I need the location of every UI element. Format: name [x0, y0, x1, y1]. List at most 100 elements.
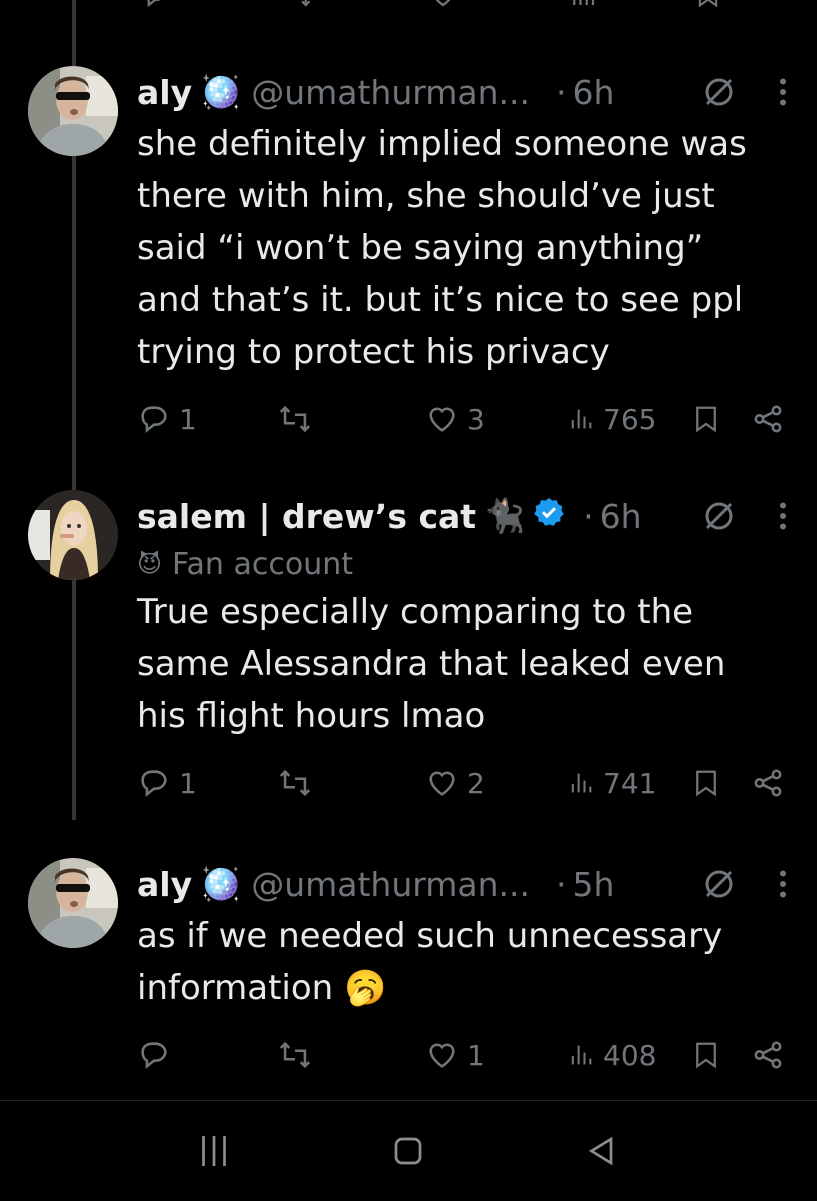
views-icon	[571, 409, 592, 429]
prev-reply-icon[interactable]	[140, 0, 170, 16]
tweet-text-line: information 🥱	[137, 968, 387, 1008]
reply-count: 1	[179, 402, 197, 436]
bookmark-button[interactable]	[691, 766, 721, 800]
grok-icon[interactable]	[701, 74, 737, 118]
views-icon	[571, 1045, 592, 1065]
reply-count: 1	[179, 766, 197, 800]
tweet-header: salem | drew’s cat 🐈‍⬛ · 6h	[137, 490, 789, 542]
more-icon[interactable]	[777, 498, 789, 542]
like-icon	[429, 1043, 455, 1068]
share-icon	[754, 769, 782, 797]
like-icon	[429, 771, 455, 796]
share-icon	[754, 1041, 782, 1069]
tweet-actions: 1 2 741	[137, 766, 789, 806]
tweet-text-line: said “i won’t be saying anything”	[137, 228, 704, 268]
bookmark-icon	[696, 770, 716, 797]
timestamp[interactable]: 6h	[572, 73, 614, 112]
tweet-text-line: his flight hours lmao	[137, 696, 486, 736]
separator-dot: ·	[583, 496, 594, 536]
reply-button[interactable]: 1	[137, 402, 197, 436]
nav-back-icon[interactable]	[584, 1131, 620, 1175]
retweet-icon	[279, 769, 311, 797]
prev-share-icon[interactable]	[756, 0, 786, 16]
separator-dot: ·	[555, 72, 567, 112]
views-icon	[571, 773, 592, 793]
retweet-button[interactable]	[277, 1038, 321, 1072]
account-label: 😈 Fan account	[137, 542, 789, 586]
account-label-text: Fan account	[172, 546, 353, 582]
timestamp[interactable]: 5h	[572, 865, 614, 904]
views-count: 765	[603, 402, 657, 436]
display-name[interactable]: aly	[137, 73, 192, 112]
tweet-text: she definitely implied someone was there…	[137, 118, 789, 378]
previous-tweet-actions	[0, 0, 817, 10]
like-count: 1	[467, 1038, 485, 1072]
grok-icon[interactable]	[701, 866, 737, 910]
user-handle[interactable]: @umathurman...	[251, 865, 530, 904]
user-handle[interactable]: @umathurman...	[251, 73, 530, 112]
bookmark-icon	[696, 406, 716, 433]
prev-views-icon[interactable]	[568, 0, 598, 16]
fan-account-icon: 😈	[137, 550, 163, 578]
reply-icon	[141, 770, 167, 797]
verified-icon	[533, 496, 565, 536]
display-name[interactable]: aly	[137, 865, 192, 904]
prev-bookmark-icon[interactable]	[694, 0, 722, 16]
tweet-text-line: as if we needed such unnecessary	[137, 916, 723, 956]
prev-retweet-icon[interactable]	[282, 0, 312, 16]
tweet-actions: 1 408	[137, 1038, 789, 1078]
retweet-button[interactable]	[277, 766, 321, 800]
views-button[interactable]: 741	[567, 766, 656, 800]
timestamp[interactable]: 6h	[600, 497, 642, 536]
tweet-header: aly 🪩 @umathurman... · 5h	[137, 858, 789, 910]
retweet-icon	[279, 1041, 311, 1069]
reply-button[interactable]	[137, 1038, 179, 1072]
tweet-header: aly 🪩 @umathurman... · 6h	[137, 66, 789, 118]
share-button[interactable]	[751, 1038, 785, 1072]
tweet-text-line: there with him, she should’ve just	[137, 176, 715, 216]
views-button[interactable]: 408	[567, 1038, 656, 1072]
nav-recents-icon[interactable]	[196, 1131, 232, 1175]
avatar[interactable]	[28, 490, 118, 580]
tweet-text: as if we needed such unnecessary informa…	[137, 910, 789, 1014]
like-button[interactable]: 1	[425, 1038, 485, 1072]
tweet-text-line: trying to protect his privacy	[137, 332, 610, 372]
like-button[interactable]: 3	[425, 402, 485, 436]
disco-ball-emoji: 🪩	[200, 72, 242, 111]
reply-button[interactable]: 1	[137, 766, 197, 800]
tweet-text-line: same Alessandra that leaked even	[137, 644, 726, 684]
bookmark-icon	[696, 1042, 716, 1069]
display-name[interactable]: salem | drew’s cat	[137, 497, 476, 536]
tweet-text-line: and that’s it. but it’s nice to see ppl	[137, 280, 744, 320]
share-icon	[754, 405, 782, 433]
avatar[interactable]	[28, 66, 118, 156]
like-count: 3	[467, 402, 485, 436]
nav-home-icon[interactable]	[390, 1131, 426, 1175]
more-icon[interactable]	[777, 866, 789, 910]
reply-icon	[141, 1042, 167, 1069]
views-count: 408	[603, 1038, 657, 1072]
avatar[interactable]	[28, 858, 118, 948]
disco-ball-emoji: 🪩	[200, 864, 242, 903]
tweet-text-line: True especially comparing to the	[137, 592, 694, 632]
bookmark-button[interactable]	[691, 1038, 721, 1072]
reply-icon	[141, 406, 167, 433]
views-button[interactable]: 765	[567, 402, 656, 436]
grok-icon[interactable]	[701, 498, 737, 542]
prev-like-icon[interactable]	[428, 0, 458, 16]
tweet-actions: 1 3 765	[137, 402, 789, 442]
retweet-button[interactable]	[277, 402, 321, 436]
more-icon[interactable]	[777, 74, 789, 118]
separator-dot: ·	[555, 864, 567, 904]
bookmark-button[interactable]	[691, 402, 721, 436]
like-icon	[429, 407, 455, 432]
share-button[interactable]	[751, 402, 785, 436]
system-nav-bar	[0, 1100, 817, 1201]
like-button[interactable]: 2	[425, 766, 485, 800]
views-count: 741	[603, 766, 657, 800]
share-button[interactable]	[751, 766, 785, 800]
tweet-text-line: she definitely implied someone was	[137, 124, 747, 164]
tweet-text: True especially comparing to the same Al…	[137, 586, 789, 742]
black-cat-emoji: 🐈‍⬛	[484, 496, 526, 535]
like-count: 2	[467, 766, 485, 800]
